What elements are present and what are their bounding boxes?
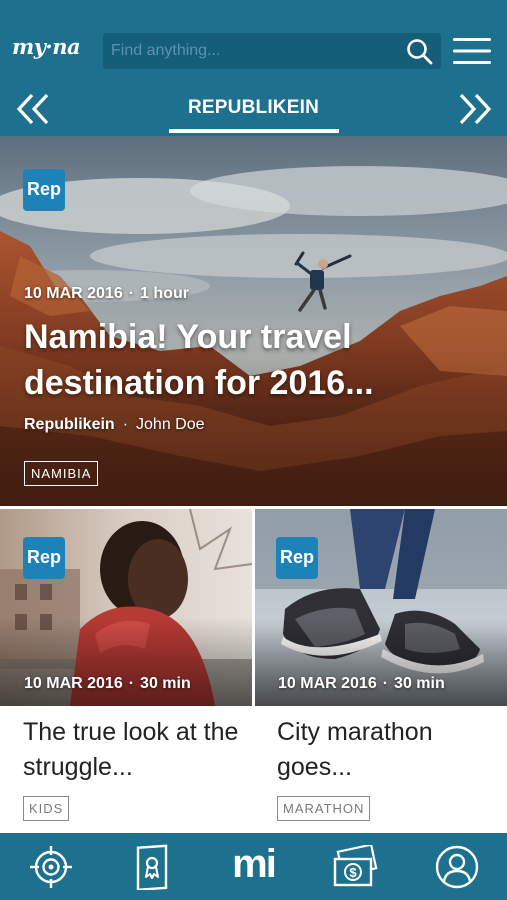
profile-icon <box>435 845 478 888</box>
byline-separator: · <box>122 416 129 433</box>
mi-home-logo: mi <box>232 842 277 886</box>
card-tag[interactable]: KIDS <box>23 796 70 821</box>
top-bar: my·na <box>0 0 507 86</box>
article-card[interactable]: Rep 10 MAR 2016 · 30 min City marathon goe… <box>255 509 507 832</box>
money-icon: $ <box>333 844 377 886</box>
previous-section-icon[interactable] <box>14 92 54 126</box>
card-date: 10 MAR 2016 <box>278 675 377 692</box>
card-title[interactable]: City marathon goes... <box>277 715 499 785</box>
source-badge: Rep <box>276 537 318 579</box>
myna-logo[interactable]: my·na <box>12 34 81 59</box>
section-active-indicator <box>169 129 339 133</box>
hero-article[interactable]: Rep 10 MAR 2016 · 1 hour Namibia! Your tra… <box>0 136 507 506</box>
source-badge: Rep <box>23 169 65 211</box>
section-title[interactable]: REPUBLIKEIN <box>150 86 357 134</box>
target-icon <box>29 845 72 888</box>
search-box[interactable] <box>103 33 441 69</box>
next-section-icon[interactable] <box>454 92 494 126</box>
nav-target-button[interactable] <box>0 833 101 900</box>
bottom-navigation: mi $ <box>0 833 507 900</box>
hero-title[interactable]: Namibia! Your travel destination for 201… <box>24 314 494 406</box>
meta-separator: · <box>128 285 135 302</box>
meta-separator: · <box>382 675 389 692</box>
nav-home-button[interactable]: mi <box>203 833 304 900</box>
meta-separator: · <box>128 675 135 692</box>
card-meta: 10 MAR 2016 · 30 min <box>278 675 445 693</box>
card-age: 30 min <box>140 675 191 692</box>
search-input[interactable] <box>111 33 393 69</box>
hero-author[interactable]: John Doe <box>136 416 205 433</box>
nav-profile-button[interactable] <box>406 833 507 900</box>
card-age: 30 min <box>394 675 445 692</box>
certificate-icon <box>136 844 167 890</box>
svg-text:$: $ <box>349 865 357 880</box>
hero-meta: 10 MAR 2016 · 1 hour <box>24 285 189 303</box>
card-title[interactable]: The true look at the struggle... <box>23 715 245 785</box>
hero-source[interactable]: Republikein <box>24 416 115 433</box>
card-tag[interactable]: MARATHON <box>277 796 371 821</box>
nav-money-button[interactable]: $ <box>304 833 405 900</box>
hero-age: 1 hour <box>140 285 189 302</box>
card-meta: 10 MAR 2016 · 30 min <box>24 675 191 693</box>
hero-byline: Republikein · John Doe <box>24 416 205 434</box>
hamburger-menu-icon[interactable] <box>451 36 493 66</box>
card-date: 10 MAR 2016 <box>24 675 123 692</box>
hero-tag[interactable]: NAMIBIA <box>24 461 99 486</box>
hero-date: 10 MAR 2016 <box>24 285 123 302</box>
nav-certificate-button[interactable] <box>101 833 202 900</box>
search-icon[interactable] <box>406 38 433 65</box>
article-card[interactable]: Rep 10 MAR 2016 · 30 min The true look at … <box>0 509 252 832</box>
source-badge: Rep <box>23 537 65 579</box>
